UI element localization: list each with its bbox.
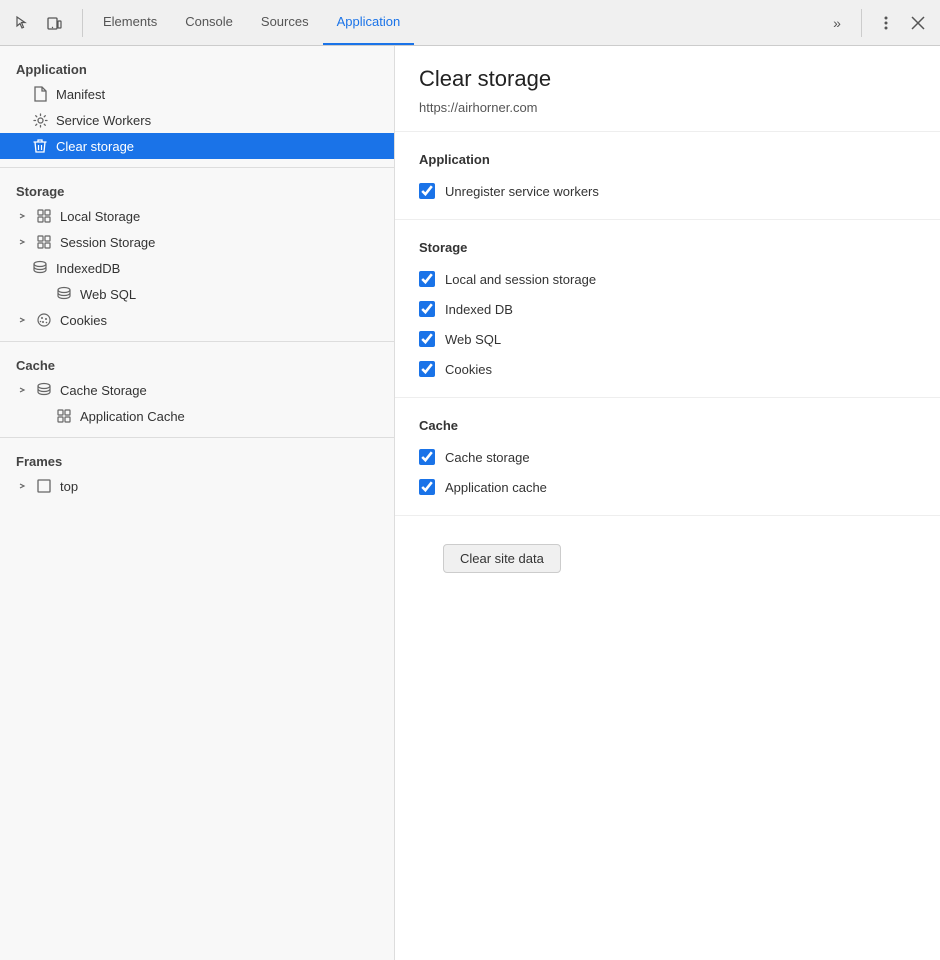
sidebar-item-web-sql-label: Web SQL [80, 287, 136, 302]
file-icon [32, 86, 48, 102]
tab-console[interactable]: Console [171, 0, 247, 45]
checkbox-cookies[interactable] [419, 361, 435, 377]
page-title: Clear storage [419, 66, 916, 92]
checkbox-row-application-cache: Application cache [419, 479, 916, 495]
checkbox-indexed-db[interactable] [419, 301, 435, 317]
sidebar-item-indexeddb-label: IndexedDB [56, 261, 120, 276]
sidebar-item-local-storage-label: Local Storage [60, 209, 140, 224]
toolbar-tabs: Elements Console Sources Application [89, 0, 819, 45]
toolbar-left-icons [8, 9, 68, 37]
grid-icon-appcache [56, 408, 72, 424]
cache-section-title: Cache [419, 418, 916, 433]
checkbox-row-cache-storage: Cache storage [419, 449, 916, 465]
sidebar-sep-2 [0, 341, 394, 342]
sidebar-item-indexeddb[interactable]: IndexedDB [0, 255, 394, 281]
expand-arrow-icon-top [16, 480, 28, 492]
checkbox-web-sql[interactable] [419, 331, 435, 347]
checkbox-row-cookies: Cookies [419, 361, 916, 377]
sidebar-item-top-label: top [60, 479, 78, 494]
application-section-title: Application [419, 152, 916, 167]
checkbox-label-application-cache: Application cache [445, 480, 547, 495]
sidebar-item-cookies[interactable]: Cookies [0, 307, 394, 333]
checkbox-row-unregister-sw: Unregister service workers [419, 183, 916, 199]
checkbox-unregister-sw[interactable] [419, 183, 435, 199]
checkbox-label-unregister-sw: Unregister service workers [445, 184, 599, 199]
tab-elements[interactable]: Elements [89, 0, 171, 45]
sidebar: Application Manifest Service Workers [0, 46, 395, 960]
checkbox-label-cache-storage: Cache storage [445, 450, 530, 465]
sidebar-item-clear-storage-label: Clear storage [56, 139, 134, 154]
sidebar-item-application-cache[interactable]: Application Cache [0, 403, 394, 429]
application-section: Application Unregister service workers [395, 132, 940, 220]
devtools-toolbar: Elements Console Sources Application » [0, 0, 940, 46]
content-header: Clear storage https://airhorner.com [395, 46, 940, 132]
sidebar-section-cache: Cache [0, 350, 394, 377]
sidebar-item-cache-storage-label: Cache Storage [60, 383, 147, 398]
cookie-icon [36, 312, 52, 328]
gear-icon [32, 112, 48, 128]
toolbar-more-area: » [823, 9, 932, 37]
checkbox-label-indexed-db: Indexed DB [445, 302, 513, 317]
sidebar-item-application-cache-label: Application Cache [80, 409, 185, 424]
sidebar-item-top[interactable]: top [0, 473, 394, 499]
checkbox-row-web-sql: Web SQL [419, 331, 916, 347]
close-devtools-button[interactable] [904, 9, 932, 37]
more-options-button[interactable] [872, 9, 900, 37]
sidebar-sep-3 [0, 437, 394, 438]
sidebar-item-manifest-label: Manifest [56, 87, 105, 102]
toolbar-divider [82, 9, 83, 37]
sidebar-item-service-workers[interactable]: Service Workers [0, 107, 394, 133]
db-icon [32, 260, 48, 276]
grid-icon-session [36, 234, 52, 250]
cache-section: Cache Cache storage Application cache [395, 398, 940, 516]
clear-button-area: Clear site data [395, 516, 940, 617]
grid-icon [36, 208, 52, 224]
tab-application[interactable]: Application [323, 0, 415, 45]
checkbox-label-cookies: Cookies [445, 362, 492, 377]
more-vert-icon [884, 15, 888, 31]
sidebar-sep-1 [0, 167, 394, 168]
checkbox-row-indexed-db: Indexed DB [419, 301, 916, 317]
clear-site-data-button[interactable]: Clear site data [443, 544, 561, 573]
sidebar-section-frames: Frames [0, 446, 394, 473]
expand-arrow-icon-cookies [16, 314, 28, 326]
storage-section-title: Storage [419, 240, 916, 255]
cursor-icon-button[interactable] [8, 9, 36, 37]
storage-section: Storage Local and session storage Indexe… [395, 220, 940, 398]
content-panel: Clear storage https://airhorner.com Appl… [395, 46, 940, 960]
trash-icon [32, 138, 48, 154]
device-toggle-button[interactable] [40, 9, 68, 37]
sidebar-item-manifest[interactable]: Manifest [0, 81, 394, 107]
sidebar-item-local-storage[interactable]: Local Storage [0, 203, 394, 229]
sidebar-item-session-storage-label: Session Storage [60, 235, 155, 250]
expand-arrow-icon-session [16, 236, 28, 248]
sidebar-item-clear-storage[interactable]: Clear storage [0, 133, 394, 159]
checkbox-application-cache[interactable] [419, 479, 435, 495]
db-icon-cache [36, 382, 52, 398]
db-icon-websql [56, 286, 72, 302]
tab-sources[interactable]: Sources [247, 0, 323, 45]
expand-arrow-icon [16, 210, 28, 222]
sidebar-section-application: Application [0, 54, 394, 81]
main-area: Application Manifest Service Workers [0, 46, 940, 960]
checkbox-label-web-sql: Web SQL [445, 332, 501, 347]
frame-icon [36, 478, 52, 494]
expand-arrow-icon-cache [16, 384, 28, 396]
close-icon [911, 16, 925, 30]
checkbox-cache-storage[interactable] [419, 449, 435, 465]
sidebar-item-service-workers-label: Service Workers [56, 113, 151, 128]
sidebar-item-cookies-label: Cookies [60, 313, 107, 328]
checkbox-label-local-session: Local and session storage [445, 272, 596, 287]
content-url: https://airhorner.com [419, 100, 916, 115]
more-tabs-button[interactable]: » [823, 9, 851, 37]
checkbox-local-session-storage[interactable] [419, 271, 435, 287]
sidebar-item-session-storage[interactable]: Session Storage [0, 229, 394, 255]
sidebar-item-cache-storage[interactable]: Cache Storage [0, 377, 394, 403]
more-chevron-icon: » [833, 15, 841, 31]
toolbar-right-divider [861, 9, 862, 37]
sidebar-section-storage: Storage [0, 176, 394, 203]
sidebar-item-web-sql[interactable]: Web SQL [0, 281, 394, 307]
checkbox-row-local-session: Local and session storage [419, 271, 916, 287]
